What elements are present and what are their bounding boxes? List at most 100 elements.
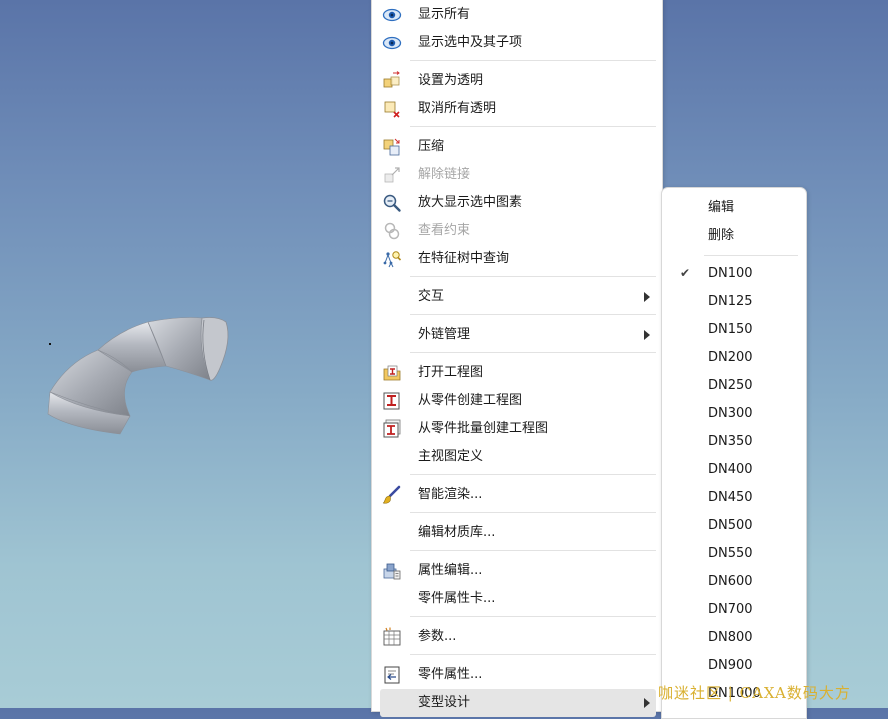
menu-item-zoom-selected[interactable]: 放大显示选中图素 [380,189,656,217]
submenu-item-label: DN150 [708,322,753,337]
menu-separator [410,126,656,127]
check-icon: ✔ [680,266,691,280]
submenu-item-dn800[interactable]: DN800 [666,624,802,652]
menu-item-label: 解除链接 [418,167,471,182]
menu-item-show-all[interactable]: 显示所有 [380,1,656,29]
menu-item-parameters[interactable]: 参数... [380,623,656,651]
menu-item-main-view-definition[interactable]: 主视图定义 [380,443,656,471]
menu-item-label: 交互 [418,289,445,304]
menu-separator [410,276,656,277]
menu-item-label: 外链管理 [418,327,471,342]
submenu-item-dn150[interactable]: DN150 [666,316,802,344]
set-transparent-icon [383,71,400,88]
menu-item-set-transparent[interactable]: 设置为透明 [380,67,656,95]
submenu-item-dn200[interactable]: DN200 [666,344,802,372]
menu-item-create-drawing-from-part[interactable]: 从零件创建工程图 [380,387,656,415]
submenu-item-dn700[interactable]: DN700 [666,596,802,624]
menu-item-show-selected-children[interactable]: 显示选中及其子项 [380,29,656,57]
cancel-transparent-icon [384,101,400,118]
submenu-item-label: DN125 [708,294,753,309]
menu-item-edit-material-library[interactable]: 编辑材质库... [380,519,656,547]
menu-item-label: 从零件批量创建工程图 [418,421,549,436]
submenu-item-label: DN400 [708,462,753,477]
submenu-item-dn100[interactable]: ✔ DN100 [666,260,802,288]
submenu-arrow-icon [644,330,650,340]
menu-item-variant-design[interactable]: 变型设计 [380,689,656,717]
submenu-item-label: DN200 [708,350,753,365]
menu-item-label: 显示选中及其子项 [418,35,523,50]
submenu-item-label: DN500 [708,518,753,533]
menu-item-label: 零件属性卡... [418,591,496,606]
submenu-item-dn550[interactable]: DN550 [666,540,802,568]
menu-item-external-link-management[interactable]: 外链管理 [380,321,656,349]
submenu-arrow-icon [644,698,650,708]
submenu-item-label: DN300 [708,406,753,421]
submenu-item-label: DN550 [708,546,753,561]
submenu-item-label: DN700 [708,602,753,617]
submenu-item-label: 删除 [708,228,735,243]
menu-item-label: 在特征树中查询 [418,251,510,266]
submenu-item-dn350[interactable]: DN350 [666,428,802,456]
submenu-item-dn125[interactable]: DN125 [666,288,802,316]
menu-item-property-edit[interactable]: 属性编辑... [380,557,656,585]
eye-icon [382,36,402,50]
menu-item-compress[interactable]: 压缩 [380,133,656,161]
submenu-item-label: DN350 [708,434,753,449]
menu-item-part-properties[interactable]: 零件属性... [380,661,656,689]
menu-item-label: 放大显示选中图素 [418,195,523,210]
watermark-text: 咖迷社区 | CAXA数码大方 [658,684,851,702]
menu-separator [410,550,656,551]
submenu-item-dn600[interactable]: DN600 [666,568,802,596]
menu-item-unlink[interactable]: 解除链接 [380,161,656,189]
submenu-separator [704,255,798,256]
submenu-item-delete[interactable]: 删除 [666,222,802,250]
menu-item-batch-create-drawing[interactable]: 从零件批量创建工程图 [380,415,656,443]
batch-drawing-icon [383,419,401,438]
menu-separator [410,616,656,617]
menu-item-cancel-all-transparent[interactable]: 取消所有透明 [380,95,656,123]
submenu-item-label: DN800 [708,630,753,645]
submenu-item-dn500[interactable]: DN500 [666,512,802,540]
submenu-item-label: DN250 [708,378,753,393]
submenu-item-edit[interactable]: 编辑 [666,194,802,222]
part-properties-icon [384,666,400,684]
submenu-item-label: 编辑 [708,200,735,215]
submenu-item-dn450[interactable]: DN450 [666,484,802,512]
create-drawing-icon [383,392,400,410]
property-edit-icon [383,563,401,580]
feature-tree-query-icon [383,251,402,268]
open-drawing-icon [383,365,401,381]
menu-item-label: 取消所有透明 [418,101,497,116]
submenu-arrow-icon [644,292,650,302]
menu-item-open-drawing[interactable]: 打开工程图 [380,359,656,387]
menu-item-label: 零件属性... [418,667,483,682]
menu-item-label: 主视图定义 [418,449,484,464]
submenu-item-dn900[interactable]: DN900 [666,652,802,680]
menu-item-label: 压缩 [418,139,445,154]
parameters-icon [383,627,401,646]
menu-separator [410,654,656,655]
menu-item-label: 显示所有 [418,7,471,22]
menu-item-label: 变型设计 [418,695,471,710]
menu-item-label: 智能渲染... [418,487,483,502]
submenu-item-dn400[interactable]: DN400 [666,456,802,484]
pipe-elbow-model[interactable] [40,310,240,450]
menu-item-label: 编辑材质库... [418,525,496,540]
menu-item-label: 从零件创建工程图 [418,393,523,408]
menu-item-view-constraints[interactable]: 查看约束 [380,217,656,245]
menu-separator [410,314,656,315]
menu-item-label: 打开工程图 [418,365,484,380]
submenu-item-label: DN100 [708,266,753,281]
menu-item-query-feature-tree[interactable]: 在特征树中查询 [380,245,656,273]
submenu-item-label: DN450 [708,490,753,505]
menu-item-part-property-card[interactable]: 零件属性卡... [380,585,656,613]
render-brush-icon [382,485,401,504]
menu-item-label: 参数... [418,629,457,644]
menu-item-interaction[interactable]: 交互 [380,283,656,311]
menu-separator [410,60,656,61]
submenu-item-dn250[interactable]: DN250 [666,372,802,400]
menu-item-smart-render[interactable]: 智能渲染... [380,481,656,509]
submenu-item-dn300[interactable]: DN300 [666,400,802,428]
menu-item-label: 查看约束 [418,223,471,238]
menu-item-label: 设置为透明 [418,73,484,88]
